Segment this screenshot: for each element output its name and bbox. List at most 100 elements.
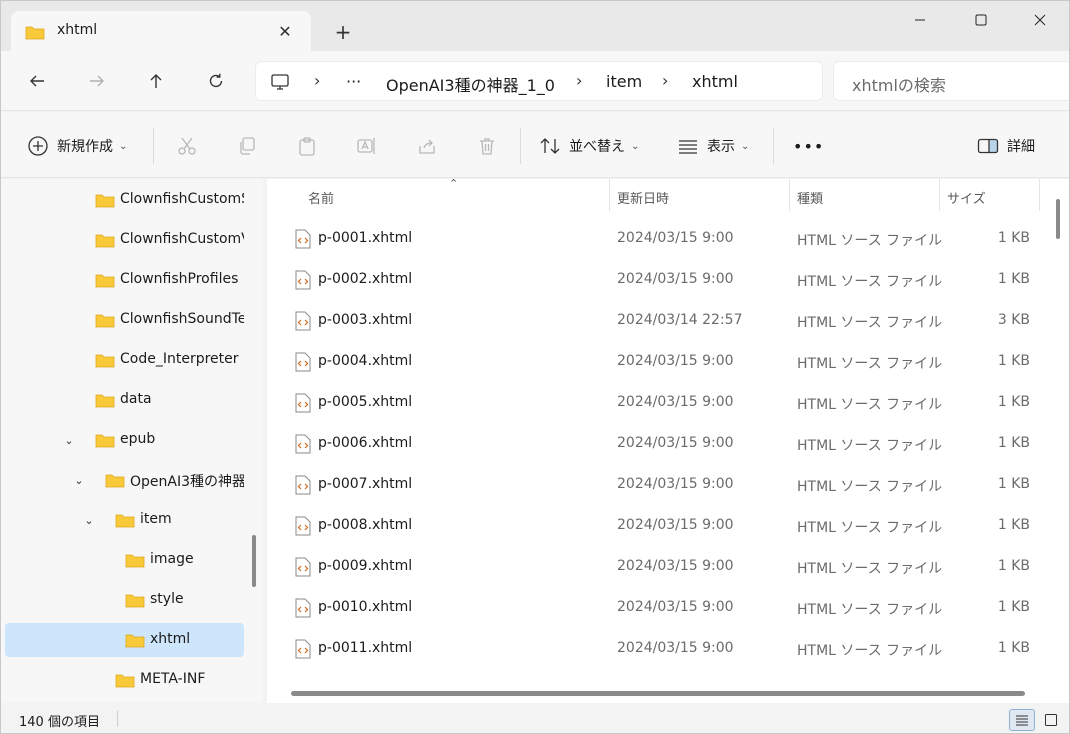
share-icon[interactable] [415, 134, 439, 158]
refresh-button[interactable] [200, 67, 232, 95]
file-name: p-0005.xhtml [318, 394, 413, 410]
file-row[interactable]: p-0003.xhtml 2024/03/14 22:57 HTML ソース ファイ… [267, 300, 1050, 341]
file-row[interactable]: p-0001.xhtml 2024/03/15 9:00 HTML ソース ファイル… [267, 218, 1050, 259]
delete-icon[interactable] [475, 134, 499, 158]
file-type: HTML ソース ファイル [797, 356, 943, 372]
divider [153, 128, 154, 164]
minimize-icon [915, 19, 925, 21]
tab-xhtml[interactable]: xhtml ✕ [11, 11, 311, 51]
column-divider[interactable] [939, 179, 940, 211]
status-bar: 140 個の項目 [1, 703, 1069, 733]
navigation-bar: › ··· OpenAI3種の神器_1_0 › item › xhtml xht… [1, 51, 1069, 111]
chevron-down-icon[interactable]: ⌄ [71, 472, 87, 488]
close-window-button[interactable] [1015, 1, 1065, 39]
file-modified: 2024/03/15 9:00 [617, 271, 734, 287]
chevron-right-icon[interactable]: › [576, 71, 582, 90]
view-label: 表示 [707, 139, 735, 155]
column-divider[interactable] [1039, 179, 1040, 211]
cut-icon[interactable] [175, 134, 199, 158]
more-options-button[interactable]: ••• [793, 134, 824, 158]
chevron-down-icon[interactable]: ⌄ [81, 512, 97, 528]
folder-icon [95, 394, 115, 408]
sidebar-item-label: ClownfishSoundTen [120, 311, 244, 327]
file-modified: 2024/03/15 9:00 [617, 558, 734, 574]
file-row[interactable]: p-0006.xhtml 2024/03/15 9:00 HTML ソース ファイル… [267, 423, 1050, 464]
sidebar-item-epub[interactable]: ⌄ epub [5, 423, 244, 457]
folder-icon [95, 194, 115, 208]
vertical-scrollbar-thumb[interactable] [1056, 199, 1060, 239]
divider [520, 128, 521, 164]
file-row[interactable]: p-0002.xhtml 2024/03/15 9:00 HTML ソース ファイル… [267, 259, 1050, 300]
maximize-button[interactable] [956, 1, 1006, 39]
sidebar-item-clownfishprofiles[interactable]: ClownfishProfiles [5, 263, 244, 297]
sidebar-item-item[interactable]: ⌄ item [5, 503, 244, 537]
sidebar-item-xhtml[interactable]: xhtml [5, 623, 244, 657]
search-input[interactable]: xhtmlの検索 [833, 61, 1069, 101]
forward-button[interactable] [81, 67, 113, 95]
file-row[interactable]: p-0008.xhtml 2024/03/15 9:00 HTML ソース ファイル… [267, 505, 1050, 546]
column-divider[interactable] [609, 179, 610, 211]
sidebar-item-code-interpreter[interactable]: Code_Interpreter [5, 343, 244, 377]
sidebar-item-clownfishcustomso[interactable]: ClownfishCustomSo [5, 183, 244, 217]
file-type: HTML ソース ファイル [797, 561, 943, 577]
file-row[interactable]: p-0004.xhtml 2024/03/15 9:00 HTML ソース ファイル… [267, 341, 1050, 382]
file-modified: 2024/03/15 9:00 [617, 394, 734, 410]
minimize-button[interactable] [895, 1, 945, 39]
column-divider[interactable] [789, 179, 790, 211]
file-type: HTML ソース ファイル [797, 315, 943, 331]
breadcrumb-ellipsis[interactable]: ··· [346, 72, 361, 91]
sidebar-item-style[interactable]: style [5, 583, 244, 617]
file-size: 1 KB [997, 435, 1030, 451]
file-type: HTML ソース ファイル [797, 233, 943, 249]
breadcrumb-openai[interactable]: OpenAI3種の神器_1_0 [386, 72, 555, 96]
sidebar-item-clownfishsoundten[interactable]: ClownfishSoundTen [5, 303, 244, 337]
sidebar-item-clownfishcustomvo[interactable]: ClownfishCustomVo [5, 223, 244, 257]
horizontal-scrollbar[interactable] [291, 691, 1025, 696]
copy-icon[interactable] [235, 134, 259, 158]
breadcrumb-item[interactable]: item [606, 72, 642, 91]
address-bar[interactable]: › ··· OpenAI3種の神器_1_0 › item › xhtml [255, 61, 823, 101]
column-header-size[interactable]: サイズ [947, 188, 986, 207]
close-tab-icon[interactable]: ✕ [273, 19, 297, 43]
details-pane-button[interactable]: 詳細 [977, 134, 1035, 158]
rename-icon[interactable] [355, 134, 379, 158]
chevron-down-icon[interactable]: ⌄ [61, 432, 77, 448]
file-name: p-0003.xhtml [318, 312, 413, 328]
arrow-left-icon [30, 75, 44, 87]
sidebar-item-label: OpenAI3種の神器 [130, 474, 244, 490]
sidebar-item-data[interactable]: data [5, 383, 244, 417]
sort-button[interactable]: 並べ替え ⌄ [539, 134, 639, 158]
details-view-button[interactable] [1009, 709, 1035, 731]
folder-icon [95, 354, 115, 368]
html-file-icon [295, 270, 311, 290]
column-header-type[interactable]: 種類 [797, 188, 823, 207]
breadcrumb-xhtml[interactable]: xhtml [692, 72, 738, 91]
sidebar-item-meta-inf[interactable]: META-INF [5, 663, 244, 697]
chevron-right-icon[interactable]: › [662, 71, 668, 90]
new-button[interactable]: 新規作成 ⌄ [27, 134, 127, 158]
up-button[interactable] [140, 67, 172, 95]
sidebar-item-openai3[interactable]: ⌄ OpenAI3種の神器 [5, 463, 244, 497]
file-row[interactable]: p-0009.xhtml 2024/03/15 9:00 HTML ソース ファイル… [267, 546, 1050, 587]
sidebar-scrollbar[interactable] [252, 535, 256, 587]
file-row[interactable]: p-0007.xhtml 2024/03/15 9:00 HTML ソース ファイル… [267, 464, 1050, 505]
large-icons-view-button[interactable] [1038, 709, 1064, 731]
file-row[interactable]: p-0011.xhtml 2024/03/15 9:00 HTML ソース ファイル… [267, 628, 1050, 669]
file-modified: 2024/03/15 9:00 [617, 230, 734, 246]
file-row[interactable]: p-0010.xhtml 2024/03/15 9:00 HTML ソース ファイル… [267, 587, 1050, 628]
sidebar-item-image[interactable]: image [5, 543, 244, 577]
vertical-scrollbar[interactable] [1050, 179, 1069, 703]
column-header-modified[interactable]: 更新日時 [617, 188, 669, 207]
column-header-name[interactable]: 名前 [308, 188, 334, 207]
view-button[interactable]: 表示 ⌄ [677, 134, 749, 158]
sidebar-item-label: ClownfishCustomSo [120, 191, 244, 207]
sidebar-item-label: data [120, 391, 152, 407]
file-row[interactable]: p-0005.xhtml 2024/03/15 9:00 HTML ソース ファイル… [267, 382, 1050, 423]
file-size: 1 KB [997, 353, 1030, 369]
file-modified: 2024/03/15 9:00 [617, 476, 734, 492]
new-tab-button[interactable]: + [331, 20, 355, 44]
file-name: p-0001.xhtml [318, 230, 413, 246]
back-button[interactable] [21, 67, 53, 95]
file-name: p-0010.xhtml [318, 599, 413, 615]
paste-icon[interactable] [295, 134, 319, 158]
